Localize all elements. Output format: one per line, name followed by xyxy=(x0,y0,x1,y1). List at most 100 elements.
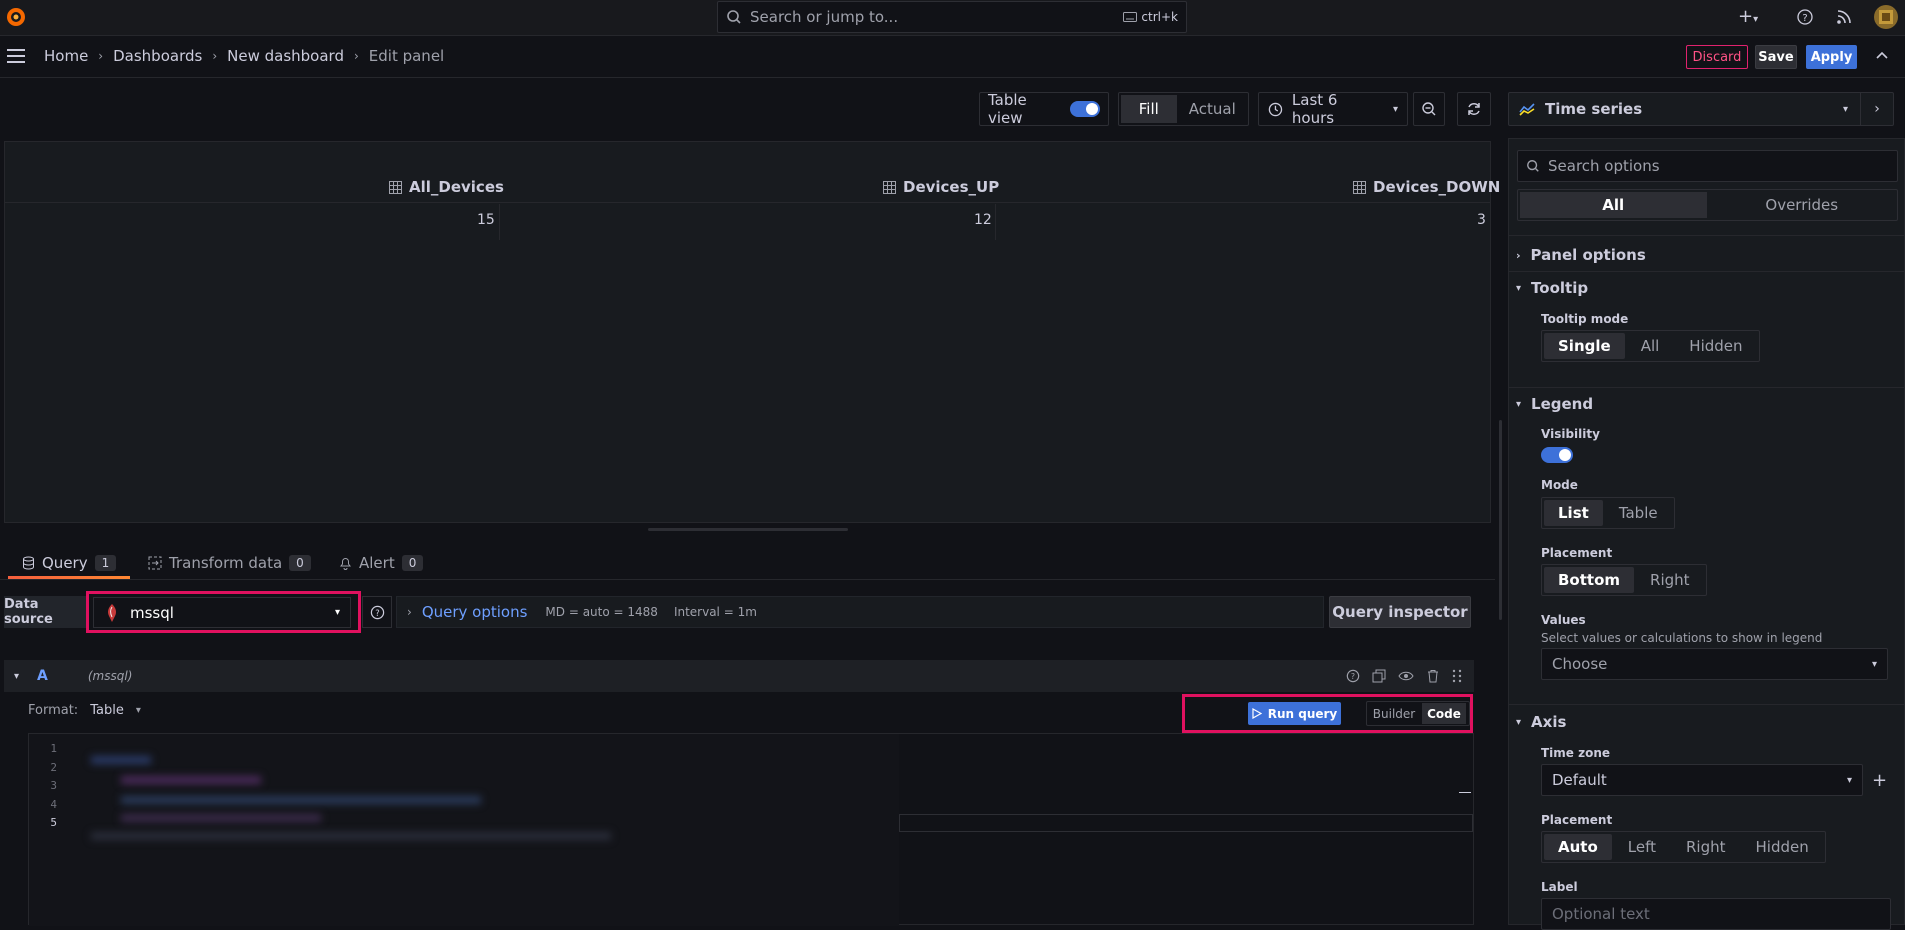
option-auto[interactable]: Auto xyxy=(1544,834,1612,860)
tab-count-badge: 0 xyxy=(401,554,424,571)
query-row-header: ▾ A (mssql) ? xyxy=(4,660,1474,692)
chevron-down-icon: ▾ xyxy=(1392,103,1398,115)
help-icon[interactable]: ? xyxy=(1797,9,1813,25)
chevron-up-icon[interactable] xyxy=(1875,50,1889,60)
breadcrumb-new-dashboard[interactable]: New dashboard xyxy=(227,47,344,65)
option-bottom[interactable]: Bottom xyxy=(1544,567,1635,593)
code-editor[interactable]: 1 2 3 4 5 xyxy=(28,733,1474,926)
option-all[interactable]: All xyxy=(1627,333,1674,359)
axis-label-input[interactable]: Optional text xyxy=(1541,898,1891,930)
option-right[interactable]: Right xyxy=(1636,567,1704,593)
apply-button[interactable]: Apply xyxy=(1806,45,1857,69)
save-button[interactable]: Save xyxy=(1755,45,1797,69)
vertical-splitter[interactable] xyxy=(1499,420,1502,620)
option-hidden[interactable]: Hidden xyxy=(1675,333,1756,359)
section-tooltip[interactable]: ▾ Tooltip xyxy=(1516,279,1588,297)
chevron-down-icon[interactable]: ▾ xyxy=(14,671,19,682)
format-value[interactable]: Table xyxy=(90,703,124,718)
avatar[interactable] xyxy=(1874,5,1898,29)
legend-values-label: Values xyxy=(1541,613,1586,627)
actual-option[interactable]: Actual xyxy=(1179,95,1246,123)
chevron-right-icon: › xyxy=(353,49,359,63)
min-interval: Interval = 1m xyxy=(673,605,757,619)
refresh-button[interactable] xyxy=(1457,92,1491,126)
legend-visibility-switch[interactable] xyxy=(1541,447,1573,463)
tab-alert[interactable]: Alert 0 xyxy=(339,546,424,579)
select-placeholder: Choose xyxy=(1552,655,1608,673)
chevron-down-icon: ▾ xyxy=(1516,398,1522,410)
option-left[interactable]: Left xyxy=(1614,834,1670,860)
fill-option[interactable]: Fill xyxy=(1121,95,1177,123)
data-source-help-button[interactable]: ? xyxy=(362,596,392,628)
current-line-highlight xyxy=(899,814,1473,832)
field-grid-icon xyxy=(389,180,402,194)
blurred-code xyxy=(121,796,481,804)
line-numbers: 1 2 3 4 5 xyxy=(45,740,57,833)
tab-query[interactable]: Query 1 xyxy=(8,546,130,579)
discard-button[interactable]: Discard xyxy=(1686,45,1748,69)
query-inspector-button[interactable]: Query inspector xyxy=(1329,596,1471,628)
visualization-picker[interactable]: Time series ▾ › xyxy=(1508,92,1894,126)
news-rss-icon[interactable] xyxy=(1836,9,1852,25)
column-header-devices-up[interactable]: Devices_UP xyxy=(883,178,999,196)
chevron-down-icon[interactable]: ▾ xyxy=(136,705,141,716)
keyboard-icon xyxy=(1123,12,1138,22)
duplicate-icon[interactable] xyxy=(1372,669,1386,683)
query-ref-id[interactable]: A xyxy=(37,668,48,684)
column-header-all-devices[interactable]: All_Devices xyxy=(389,178,504,196)
table-cell: 12 xyxy=(974,212,992,228)
breadcrumb-dashboards[interactable]: Dashboards xyxy=(113,47,202,65)
section-panel-options[interactable]: › Panel options xyxy=(1516,246,1646,264)
column-divider xyxy=(995,204,996,240)
breadcrumb-home[interactable]: Home xyxy=(44,47,88,65)
options-search-input[interactable]: Search options xyxy=(1517,150,1898,182)
column-header-devices-down[interactable]: Devices_DOWN xyxy=(1353,178,1500,196)
query-options-bar[interactable]: › Query options MD = auto = 1488 Interva… xyxy=(396,596,1324,628)
option-list[interactable]: List xyxy=(1544,500,1603,526)
tab-overrides[interactable]: Overrides xyxy=(1709,192,1896,218)
option-hidden[interactable]: Hidden xyxy=(1742,834,1823,860)
legend-values-select[interactable]: Choose ▾ xyxy=(1541,648,1888,680)
help-icon[interactable]: ? xyxy=(1346,669,1360,683)
grafana-logo-icon[interactable] xyxy=(5,6,27,28)
pane-resize-handle[interactable] xyxy=(648,528,848,531)
clock-icon xyxy=(1268,102,1283,116)
table-cell: 15 xyxy=(477,212,495,228)
input-placeholder: Optional text xyxy=(1552,905,1650,923)
drag-handle-icon[interactable] xyxy=(1452,669,1462,683)
options-search-placeholder: Search options xyxy=(1548,157,1660,175)
column-label: Devices_DOWN xyxy=(1373,178,1501,196)
chevron-right-icon[interactable]: › xyxy=(1861,101,1893,117)
menu-icon[interactable] xyxy=(7,49,25,63)
tab-all[interactable]: All xyxy=(1520,192,1707,218)
axis-timezone-select[interactable]: Default ▾ xyxy=(1541,764,1863,796)
tooltip-mode-label: Tooltip mode xyxy=(1541,312,1629,326)
visualization-name: Time series xyxy=(1545,100,1643,118)
zoom-out-button[interactable] xyxy=(1413,92,1445,126)
search-icon xyxy=(1527,160,1539,172)
database-icon xyxy=(23,556,34,570)
section-axis[interactable]: ▾ Axis xyxy=(1516,713,1566,731)
time-range-picker[interactable]: Last 6 hours ▾ xyxy=(1258,91,1408,127)
option-single[interactable]: Single xyxy=(1544,333,1625,359)
section-legend[interactable]: ▾ Legend xyxy=(1516,395,1593,413)
axis-placement-selector: Auto Left Right Hidden xyxy=(1541,831,1826,863)
section-title: Legend xyxy=(1531,395,1594,413)
add-icon[interactable]: +▾ xyxy=(1738,8,1758,28)
option-right[interactable]: Right xyxy=(1672,834,1740,860)
bell-icon xyxy=(340,557,351,570)
tab-transform-data[interactable]: Transform data 0 xyxy=(148,546,311,579)
legend-values-description: Select values or calculations to show in… xyxy=(1541,631,1823,645)
table-view-toggle[interactable]: Table view xyxy=(979,91,1109,127)
search-input[interactable]: Search or jump to... ctrl+k xyxy=(717,1,1187,33)
trash-icon[interactable] xyxy=(1426,669,1440,683)
eye-icon[interactable] xyxy=(1398,669,1414,683)
table-view-switch[interactable] xyxy=(1070,101,1100,117)
tab-count-badge: 0 xyxy=(289,554,311,571)
option-table[interactable]: Table xyxy=(1605,500,1672,526)
query-options-link[interactable]: Query options xyxy=(422,603,528,621)
time-range-label: Last 6 hours xyxy=(1291,91,1338,127)
add-timezone-icon[interactable]: + xyxy=(1872,770,1887,791)
section-title: Axis xyxy=(1531,713,1567,731)
chevron-down-icon: ▾ xyxy=(1846,774,1852,786)
